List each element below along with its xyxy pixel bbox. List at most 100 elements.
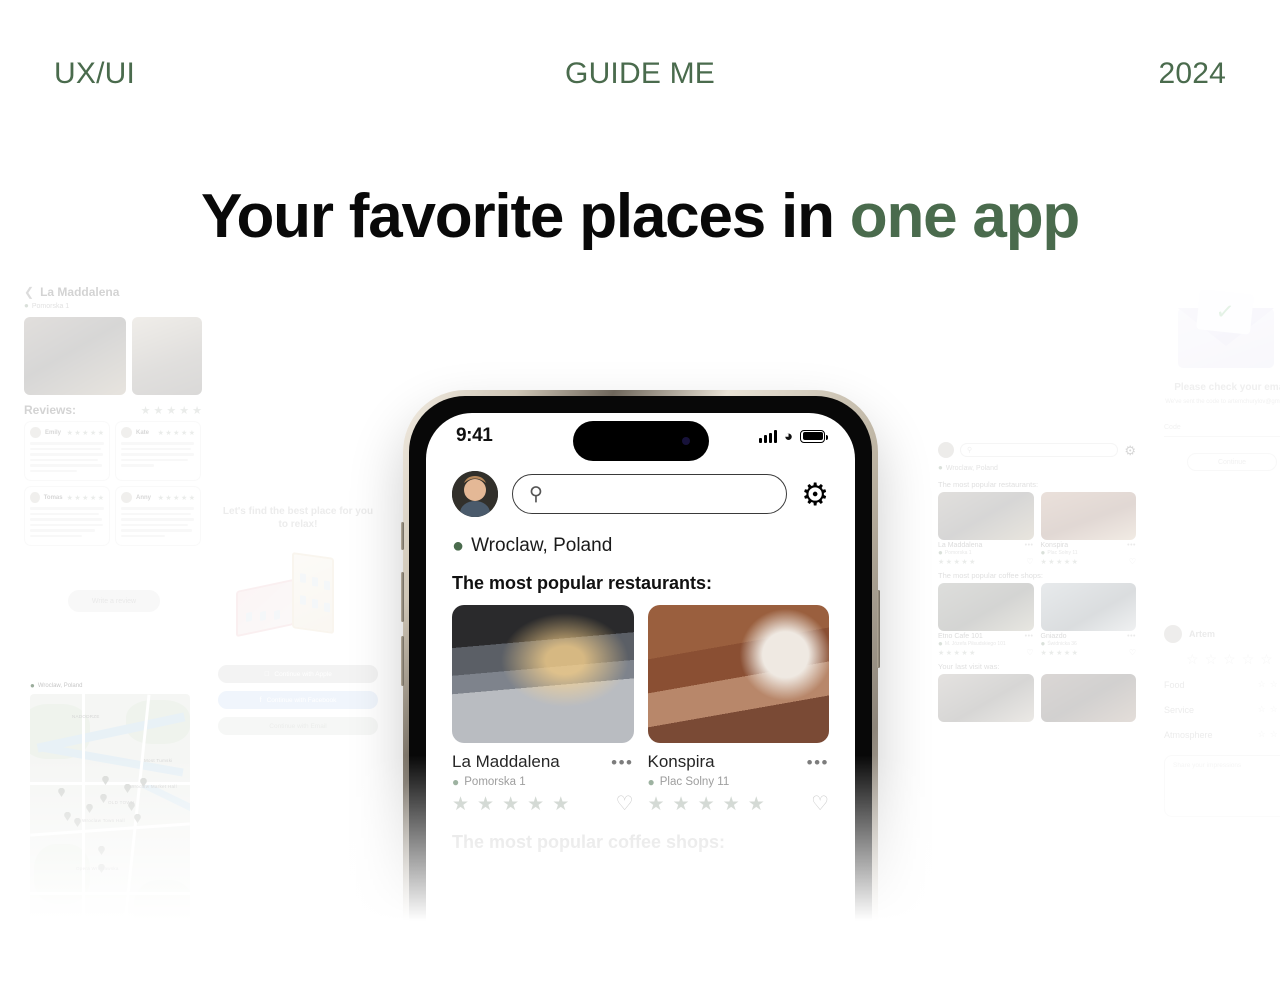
current-location[interactable]: ● Wroclaw, Poland <box>426 517 855 557</box>
star-icon[interactable]: ★ <box>969 649 975 657</box>
star-icon[interactable]: ★ <box>954 558 960 566</box>
star-icon[interactable]: ★ <box>1064 558 1070 566</box>
place-detail-screen[interactable]: ❮ La Maddalena ● Pomorska 1 Reviews: ★ ★… <box>22 282 204 582</box>
star-icon[interactable]: ★ <box>527 795 544 814</box>
star-icon[interactable]: ★ <box>1048 558 1054 566</box>
gear-icon[interactable]: ⚙ <box>1124 444 1136 457</box>
feed-card[interactable]: La Maddalena ••• ● Pomorska 1 ★ ★ ★ ★ ★ ♡ <box>938 492 1034 566</box>
star-icon[interactable]: ★ <box>969 558 975 566</box>
star-icon[interactable]: ★ <box>452 795 469 814</box>
feed-card[interactable] <box>1040 674 1136 722</box>
star-icon[interactable]: ★ <box>552 795 569 814</box>
map-canvas[interactable]: NADODRZE OLD TOWN Wroclaw Market Hall Wr… <box>30 694 190 952</box>
avatar[interactable] <box>938 442 954 458</box>
star-icon[interactable]: ★ <box>938 558 944 566</box>
rating-stars[interactable]: ☆☆☆☆☆ <box>1258 729 1280 740</box>
star-icon[interactable]: ★ <box>1064 649 1070 657</box>
power-button[interactable] <box>877 590 880 668</box>
feed-card-stars[interactable]: ★ ★ ★ ★ ★ <box>1041 558 1078 566</box>
volume-up-button[interactable] <box>401 572 404 622</box>
volume-down-button[interactable] <box>401 636 404 686</box>
favorite-heart-icon[interactable]: ♡ <box>1129 649 1136 657</box>
review-card[interactable]: Anny ★ ★ ★ ★ ★ <box>115 486 201 546</box>
star-icon[interactable]: ★ <box>673 795 690 814</box>
star-icon[interactable]: ★ <box>698 795 715 814</box>
star-icon[interactable]: ☆ <box>1270 729 1278 740</box>
rating-stars[interactable]: ☆☆☆☆☆ <box>1258 704 1280 715</box>
star-icon[interactable]: ★ <box>477 795 494 814</box>
star-icon[interactable]: ★ <box>1056 649 1062 657</box>
gear-icon[interactable]: ⚙ <box>801 479 829 510</box>
feed-card[interactable]: Etno Cafe 101 ••• ● M. Józefa Piłsudskie… <box>938 583 1034 657</box>
star-icon[interactable]: ★ <box>961 649 967 657</box>
search-input[interactable]: ⚲ <box>960 443 1119 457</box>
star-icon[interactable]: ★ <box>648 795 665 814</box>
more-options-icon[interactable]: ••• <box>807 754 829 771</box>
star-icon[interactable]: ☆ <box>1205 651 1218 668</box>
star-icon[interactable]: ☆ <box>1186 651 1199 668</box>
rating-stars[interactable]: ★ ★ ★ ★ ★ <box>452 795 569 814</box>
more-options-icon[interactable]: ••• <box>1025 542 1034 549</box>
detail-photo[interactable] <box>131 317 202 395</box>
star-icon[interactable]: ★ <box>946 558 952 566</box>
phone-screen[interactable]: 9:41 ◕ ⚲ ⚙ ● Wroclaw, Poland The most po… <box>426 413 855 985</box>
map-pin-icon[interactable] <box>74 818 81 827</box>
map-pin-icon[interactable] <box>98 846 105 855</box>
review-overall-rating[interactable]: ☆ ☆ ☆ ☆ ☆ <box>1164 643 1280 672</box>
search-input[interactable]: ⚲ <box>512 474 788 514</box>
rating-stars[interactable]: ★ ★ ★ ★ ★ <box>648 795 765 814</box>
star-icon[interactable]: ★ <box>1072 649 1078 657</box>
login-screen[interactable]: Let's find the best place for you to rel… <box>208 502 388 802</box>
continue-button[interactable]: Continue <box>1187 453 1277 471</box>
star-icon[interactable]: ★ <box>1048 649 1054 657</box>
more-options-icon[interactable]: ••• <box>611 754 633 771</box>
star-icon[interactable]: ★ <box>1072 558 1078 566</box>
favorite-heart-icon[interactable]: ♡ <box>616 794 634 814</box>
star-icon[interactable]: ★ <box>954 649 960 657</box>
star-icon[interactable]: ☆ <box>1258 729 1266 740</box>
favorite-heart-icon[interactable]: ♡ <box>1026 649 1033 657</box>
star-icon[interactable]: ★ <box>938 649 944 657</box>
feed-card[interactable] <box>938 674 1034 722</box>
restaurant-card[interactable]: Konspira ••• ● Plac Solny 11 ★ ★ ★ ★ ★ ♡ <box>647 605 829 814</box>
map-pin-icon[interactable] <box>100 794 107 803</box>
star-icon[interactable]: ☆ <box>1260 651 1273 668</box>
code-input[interactable]: Code <box>1164 419 1280 437</box>
more-options-icon[interactable]: ••• <box>1127 542 1136 549</box>
review-card[interactable]: Emily ★ ★ ★ ★ ★ <box>24 421 110 481</box>
feed-card[interactable]: Gniazdo ••• ● Świdnicka 36 ★ ★ ★ ★ ★ ♡ <box>1040 583 1136 657</box>
rating-stars[interactable]: ☆☆☆☆☆ <box>1258 679 1280 690</box>
star-icon[interactable]: ★ <box>502 795 519 814</box>
map-pin-icon[interactable] <box>86 804 93 813</box>
home-feed-screen[interactable]: ⚲ ⚙ ● Wroclaw, Poland The most popular r… <box>938 442 1136 862</box>
review-card[interactable]: Tomas ★ ★ ★ ★ ★ <box>24 486 110 546</box>
continue-with-apple-button[interactable]:  Continue with Apple <box>218 665 378 683</box>
star-icon[interactable]: ☆ <box>1270 679 1278 690</box>
star-icon[interactable]: ★ <box>946 649 952 657</box>
star-icon[interactable]: ☆ <box>1242 651 1255 668</box>
review-form-screen[interactable]: Artem ☆☆☆☆☆ Food ☆☆☆☆☆ Service ☆☆☆☆☆ Atm… <box>1164 625 1280 870</box>
star-icon[interactable]: ★ <box>1041 649 1047 657</box>
star-icon[interactable]: ☆ <box>1258 704 1266 715</box>
continue-with-email-button[interactable]: Continue with Email <box>218 717 378 735</box>
star-icon[interactable]: ☆ <box>1258 679 1266 690</box>
star-icon[interactable]: ☆ <box>1270 704 1278 715</box>
email-verification-screen[interactable]: ✓ Please check your email We've sent the… <box>1154 290 1280 538</box>
silent-switch[interactable] <box>401 522 404 550</box>
favorite-heart-icon[interactable]: ♡ <box>1026 558 1033 566</box>
feed-card-stars[interactable]: ★ ★ ★ ★ ★ <box>938 649 975 657</box>
continue-with-facebook-button[interactable]: f Continue with Facebook <box>218 691 378 709</box>
star-icon[interactable]: ★ <box>1056 558 1062 566</box>
feed-card[interactable]: Konspira ••• ● Plac Solny 11 ★ ★ ★ ★ ★ ♡ <box>1040 492 1136 566</box>
map-screen[interactable]: ● Wroclaw, Poland NADODRZE OLD TOWN Wroc… <box>30 682 190 972</box>
restaurant-card[interactable]: La Maddalena ••• ● Pomorska 1 ★ ★ ★ ★ ★ <box>452 605 634 814</box>
write-review-button[interactable]: Write a review <box>68 590 160 612</box>
map-pin-icon[interactable] <box>64 812 71 821</box>
detail-photo-gallery[interactable] <box>22 313 204 395</box>
star-icon[interactable]: ★ <box>961 558 967 566</box>
more-options-icon[interactable]: ••• <box>1127 633 1136 640</box>
review-card[interactable]: Kate ★ ★ ★ ★ ★ <box>115 421 201 481</box>
feed-card-stars[interactable]: ★ ★ ★ ★ ★ <box>938 558 975 566</box>
favorite-heart-icon[interactable]: ♡ <box>811 794 829 814</box>
star-icon[interactable]: ★ <box>1041 558 1047 566</box>
